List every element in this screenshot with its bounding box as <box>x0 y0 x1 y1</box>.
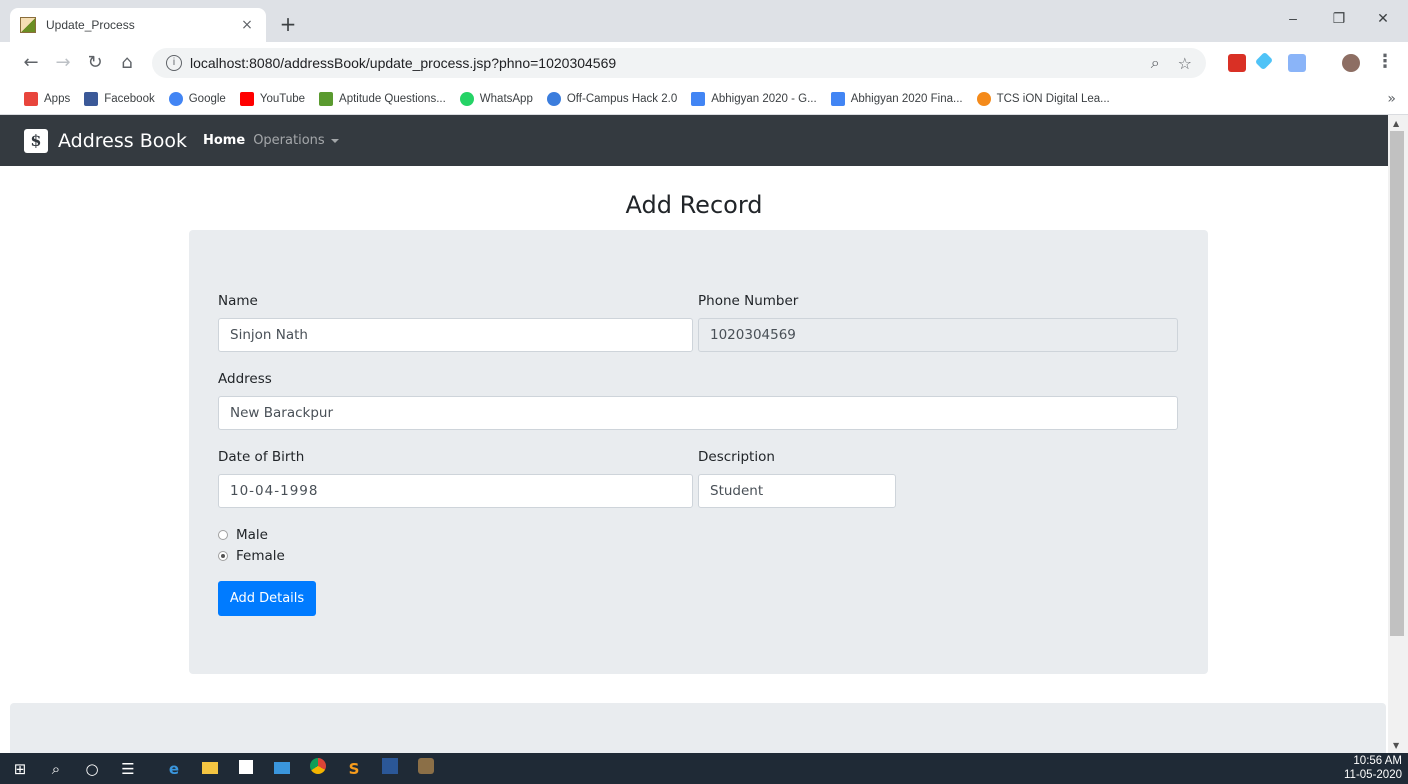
zoom-icon[interactable]: ⌕ <box>1151 53 1160 73</box>
male-radio-label: Male <box>236 527 268 543</box>
home-icon[interactable]: ⌂ <box>116 52 138 74</box>
description-input[interactable]: Student <box>698 474 896 508</box>
tab-title: Update_Process <box>46 18 135 32</box>
bookmark-youtube[interactable]: YouTube <box>239 92 305 106</box>
clock-date: 11-05-2020 <box>1344 769 1402 781</box>
maximize-button[interactable]: ❐ <box>1316 10 1362 32</box>
female-radio-label: Female <box>236 548 285 564</box>
gender-option-male[interactable]: Male <box>218 527 268 543</box>
close-window-button[interactable]: ✕ <box>1360 10 1406 32</box>
page-favicon-icon <box>20 17 36 33</box>
name-label: Name <box>218 293 258 309</box>
name-input[interactable]: Sinjon Nath <box>218 318 693 352</box>
minimize-button[interactable]: – <box>1270 10 1316 32</box>
chrome-menu-icon[interactable]: ⋮ <box>1376 51 1394 72</box>
facebook-icon <box>84 92 99 106</box>
description-label: Description <box>698 449 775 465</box>
search-icon[interactable]: ⌕ <box>44 757 68 781</box>
bookmark-whatsapp[interactable]: WhatsApp <box>459 92 533 106</box>
google-docs-icon <box>830 92 845 106</box>
bookmark-facebook[interactable]: Facebook <box>84 92 155 106</box>
site-info-icon[interactable]: i <box>166 55 182 71</box>
whatsapp-icon <box>459 92 474 106</box>
youtube-icon <box>239 92 254 106</box>
scroll-down-icon[interactable]: ▼ <box>1393 741 1399 750</box>
browser-tab-strip: Update_Process × + – ❐ ✕ <box>0 0 1408 42</box>
bookmark-abhigyan-g[interactable]: Abhigyan 2020 - G... <box>691 92 817 106</box>
browser-toolbar: ← → ↻ ⌂ i localhost:8080/addressBook/upd… <box>0 42 1408 84</box>
offcampus-icon <box>546 92 561 106</box>
dob-label: Date of Birth <box>218 449 305 465</box>
reload-icon[interactable]: ↻ <box>84 52 106 74</box>
browser-tab[interactable]: Update_Process × <box>10 8 266 42</box>
app-icon[interactable] <box>414 757 438 781</box>
extension-icon-red[interactable] <box>1228 54 1246 72</box>
brand-logo-icon[interactable]: $ <box>24 128 48 153</box>
address-input[interactable]: New Barackpur <box>218 396 1178 430</box>
male-radio[interactable] <box>218 530 228 540</box>
page-title: Add Record <box>625 191 763 219</box>
address-label: Address <box>218 371 272 387</box>
aptitude-icon <box>319 92 334 106</box>
page-scrollbar[interactable]: ▲ ▼ <box>1388 115 1408 753</box>
bookmark-google[interactable]: Google <box>168 92 226 106</box>
store-icon[interactable] <box>234 757 258 781</box>
power-icon <box>976 92 991 106</box>
scrollbar-thumb[interactable] <box>1390 131 1404 636</box>
windows-start-icon[interactable]: ⊞ <box>8 757 32 781</box>
chrome-icon[interactable] <box>306 757 330 781</box>
record-form-card: Name Sinjon Nath Phone Number 1020304569… <box>189 230 1208 674</box>
url-text[interactable]: localhost:8080/addressBook/update_proces… <box>190 55 1133 71</box>
bookmarks-bar: Apps Facebook Google YouTube Aptitude Qu… <box>0 84 1408 115</box>
edge-icon[interactable]: e <box>162 757 186 781</box>
scroll-up-icon[interactable]: ▲ <box>1393 119 1399 128</box>
add-details-button[interactable]: Add Details <box>218 581 316 616</box>
bookmark-tcs-ion[interactable]: TCS iON Digital Lea... <box>976 92 1110 106</box>
female-radio[interactable] <box>218 551 228 561</box>
new-tab-button[interactable]: + <box>276 13 300 37</box>
app-navbar: $ Address Book Home Operations <box>0 115 1388 166</box>
sublime-icon[interactable]: S <box>342 757 366 781</box>
bookmarks-overflow-icon[interactable]: » <box>1387 91 1396 107</box>
cortana-icon[interactable]: ○ <box>80 757 104 781</box>
phone-input[interactable]: 1020304569 <box>698 318 1178 352</box>
extension-icon-feather[interactable] <box>1254 51 1274 71</box>
google-icon <box>168 92 183 106</box>
forward-arrow-icon[interactable]: → <box>52 52 74 74</box>
apps-grid-icon <box>24 92 38 106</box>
bookmark-aptitude[interactable]: Aptitude Questions... <box>319 92 446 106</box>
back-arrow-icon[interactable]: ← <box>20 52 42 74</box>
caret-down-icon <box>330 138 339 143</box>
brand-title[interactable]: Address Book <box>58 130 187 152</box>
address-bar[interactable]: i localhost:8080/addressBook/update_proc… <box>152 48 1206 78</box>
profile-avatar[interactable] <box>1342 54 1360 72</box>
gender-option-female[interactable]: Female <box>218 548 285 564</box>
bookmark-apps[interactable]: Apps <box>24 92 70 106</box>
page-viewport: $ Address Book Home Operations Add Recor… <box>0 115 1388 753</box>
file-explorer-icon[interactable] <box>198 757 222 781</box>
page-footer <box>10 703 1386 753</box>
system-clock[interactable]: 10:56 AM 11-05-2020 <box>1344 754 1402 782</box>
nav-home-link[interactable]: Home <box>203 133 245 148</box>
bookmark-offcampus[interactable]: Off-Campus Hack 2.0 <box>546 92 677 106</box>
mail-icon[interactable] <box>270 757 294 781</box>
nav-operations-dropdown[interactable]: Operations <box>253 133 339 148</box>
task-view-icon[interactable]: ☰ <box>116 757 140 781</box>
tab-close-icon[interactable]: × <box>238 17 256 33</box>
bookmark-abhigyan-final[interactable]: Abhigyan 2020 Fina... <box>830 92 963 106</box>
google-docs-icon <box>691 92 706 106</box>
bookmark-star-icon[interactable]: ☆ <box>1178 54 1192 73</box>
dob-input[interactable]: 10-04-1998 <box>218 474 693 508</box>
phone-label: Phone Number <box>698 293 799 309</box>
clock-time: 10:56 AM <box>1353 755 1402 767</box>
windows-taskbar: ⊞ ⌕ ○ ☰ e S 10:56 AM 11-05-2020 <box>0 753 1408 784</box>
word-icon[interactable] <box>378 757 402 781</box>
extension-icon-download[interactable] <box>1288 54 1306 72</box>
